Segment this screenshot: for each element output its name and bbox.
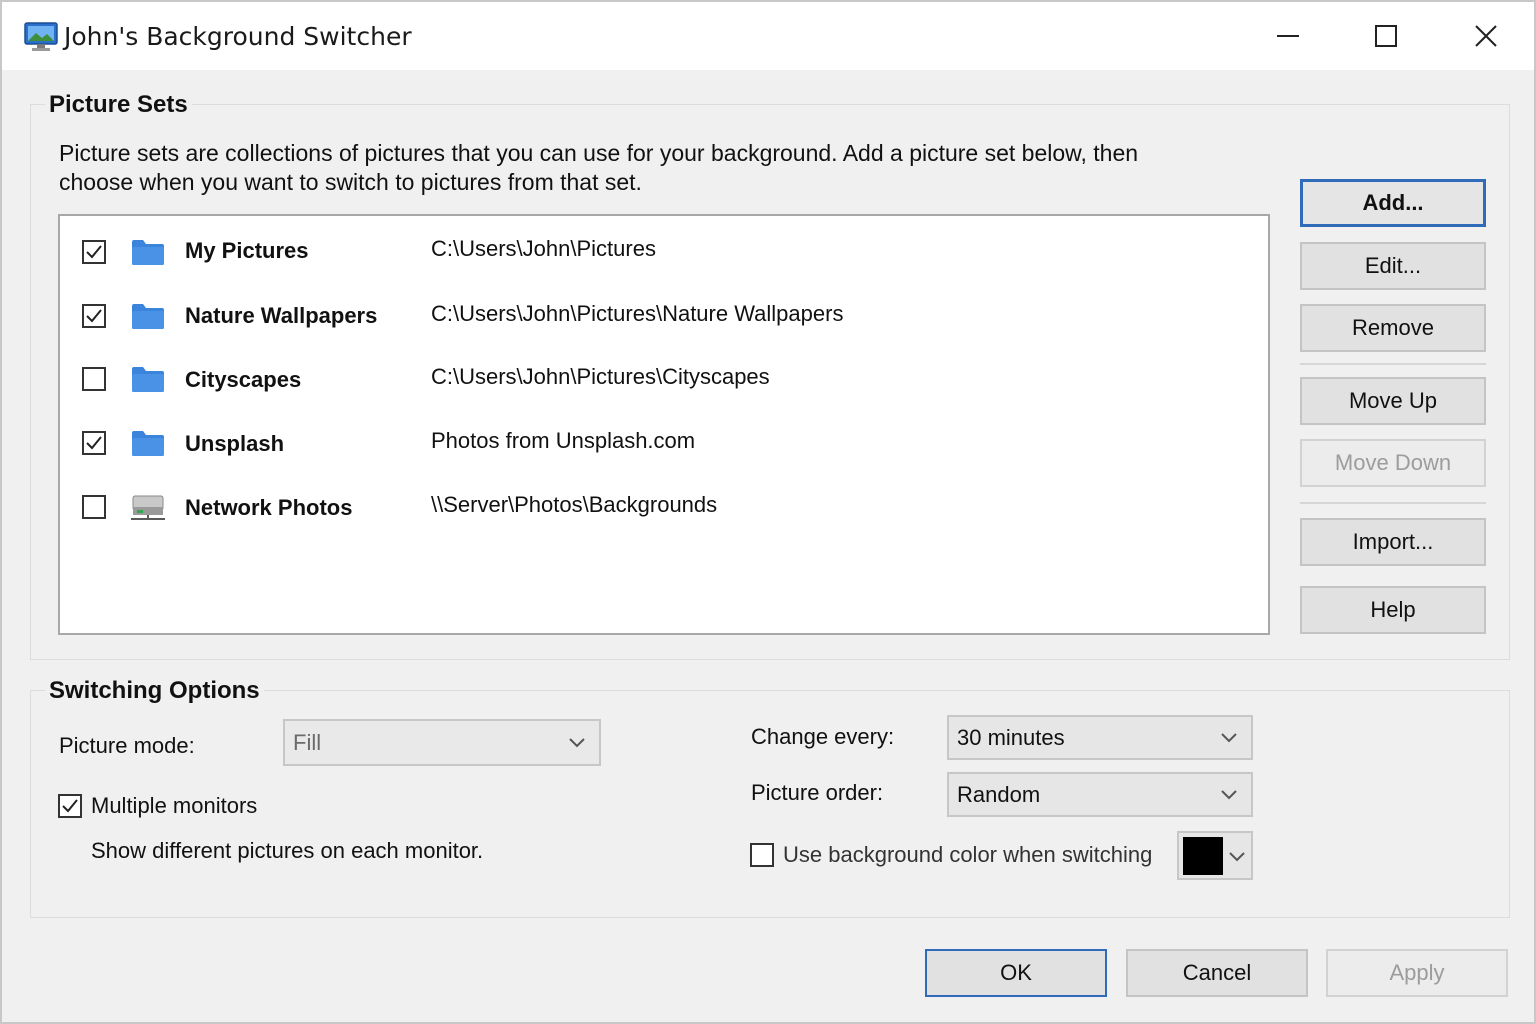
button-separator — [1300, 502, 1486, 504]
set-path: \\Server\Photos\Backgrounds — [431, 492, 718, 517]
import-button[interactable]: Import... — [1300, 518, 1486, 566]
picture-sets-title: Picture Sets — [45, 91, 192, 119]
close-icon — [1475, 25, 1497, 47]
move-down-button[interactable]: Move Down — [1300, 439, 1486, 487]
change-every-value: 30 minutes — [957, 724, 1065, 750]
set-enabled-checkbox[interactable] — [82, 367, 106, 391]
list-item[interactable]: Cityscapes C:\Users\John\Pictures\Citysc… — [60, 348, 1268, 408]
list-item[interactable]: Nature Wallpapers C:\Users\John\Pictures… — [60, 284, 1268, 344]
chevron-down-icon — [1229, 852, 1245, 862]
folder-icon — [132, 431, 164, 456]
monitor-icon — [24, 22, 58, 51]
picture-sets-list[interactable]: My Pictures C:\Users\John\Pictures Natur… — [58, 214, 1270, 635]
background-color-checkbox[interactable] — [750, 843, 774, 867]
set-path: C:\Users\John\Pictures — [431, 236, 656, 261]
chevron-down-icon — [569, 737, 585, 747]
picture-order-select[interactable]: Random — [947, 772, 1253, 817]
switching-options-title: Switching Options — [45, 677, 264, 705]
list-item[interactable]: Unsplash Photos from Unsplash.com — [60, 412, 1268, 472]
set-path: C:\Users\John\Pictures\Cityscapes — [431, 364, 770, 389]
help-button[interactable]: Help — [1300, 586, 1486, 634]
picture-mode-value: Fill — [293, 729, 322, 755]
cancel-button[interactable]: Cancel — [1126, 949, 1308, 997]
chevron-down-icon — [1221, 789, 1237, 799]
title-bar[interactable]: John's Background Switcher — [2, 2, 1534, 70]
set-name: Cityscapes — [185, 367, 302, 392]
set-name: Unsplash — [185, 431, 285, 456]
set-name: Nature Wallpapers — [185, 303, 378, 328]
change-every-label: Change every: — [751, 724, 895, 749]
picture-order-value: Random — [957, 781, 1041, 807]
checkmark-icon — [86, 309, 102, 323]
multiple-monitors-checkbox[interactable] — [58, 794, 82, 818]
change-every-select[interactable]: 30 minutes — [947, 715, 1253, 760]
minimize-icon — [1277, 35, 1299, 37]
multiple-monitors-description: Show different pictures on each monitor. — [91, 838, 484, 863]
button-separator — [1300, 363, 1486, 365]
description-line-2: choose when you want to switch to pictur… — [59, 169, 642, 195]
set-enabled-checkbox[interactable] — [82, 304, 106, 328]
picture-sets-description: Picture sets are collections of pictures… — [59, 139, 1138, 197]
set-name: My Pictures — [185, 238, 309, 263]
set-name: Network Photos — [185, 495, 353, 520]
edit-button[interactable]: Edit... — [1300, 242, 1486, 290]
picture-mode-select[interactable]: Fill — [283, 719, 601, 766]
network-drive-icon — [131, 495, 165, 520]
add-button[interactable]: Add... — [1300, 179, 1486, 227]
chevron-down-icon — [1221, 732, 1237, 742]
minimize-button[interactable] — [1240, 2, 1336, 70]
maximize-icon — [1375, 25, 1397, 47]
checkmark-icon — [62, 799, 78, 813]
set-enabled-checkbox[interactable] — [82, 495, 106, 519]
folder-icon — [132, 367, 164, 392]
maximize-button[interactable] — [1338, 2, 1434, 70]
set-enabled-checkbox[interactable] — [82, 240, 106, 264]
background-color-picker[interactable] — [1177, 831, 1253, 880]
set-path: Photos from Unsplash.com — [431, 428, 696, 453]
list-item[interactable]: My Pictures C:\Users\John\Pictures — [60, 220, 1268, 280]
picture-mode-label: Picture mode: — [59, 733, 195, 758]
multiple-monitors-label[interactable]: Multiple monitors — [91, 793, 257, 819]
main-window: John's Background Switcher Picture Sets … — [0, 0, 1536, 1024]
apply-button[interactable]: Apply — [1326, 949, 1508, 997]
color-swatch — [1183, 837, 1223, 875]
set-enabled-checkbox[interactable] — [82, 431, 106, 455]
checkmark-icon — [86, 436, 102, 450]
remove-button[interactable]: Remove — [1300, 304, 1486, 352]
description-line-1: Picture sets are collections of pictures… — [59, 140, 1139, 166]
move-up-button[interactable]: Move Up — [1300, 377, 1486, 425]
background-color-label[interactable]: Use background color when switching — [783, 842, 1152, 868]
picture-order-label: Picture order: — [751, 780, 884, 805]
set-path: C:\Users\John\Pictures\Nature Wallpapers — [431, 301, 844, 326]
folder-icon — [132, 240, 164, 265]
checkmark-icon — [86, 245, 102, 259]
list-item[interactable]: Network Photos \\Server\Photos\Backgroun… — [60, 476, 1268, 536]
close-button[interactable] — [1438, 2, 1534, 70]
folder-icon — [132, 304, 164, 329]
window-title: John's Background Switcher — [64, 22, 412, 51]
ok-button[interactable]: OK — [925, 949, 1107, 997]
